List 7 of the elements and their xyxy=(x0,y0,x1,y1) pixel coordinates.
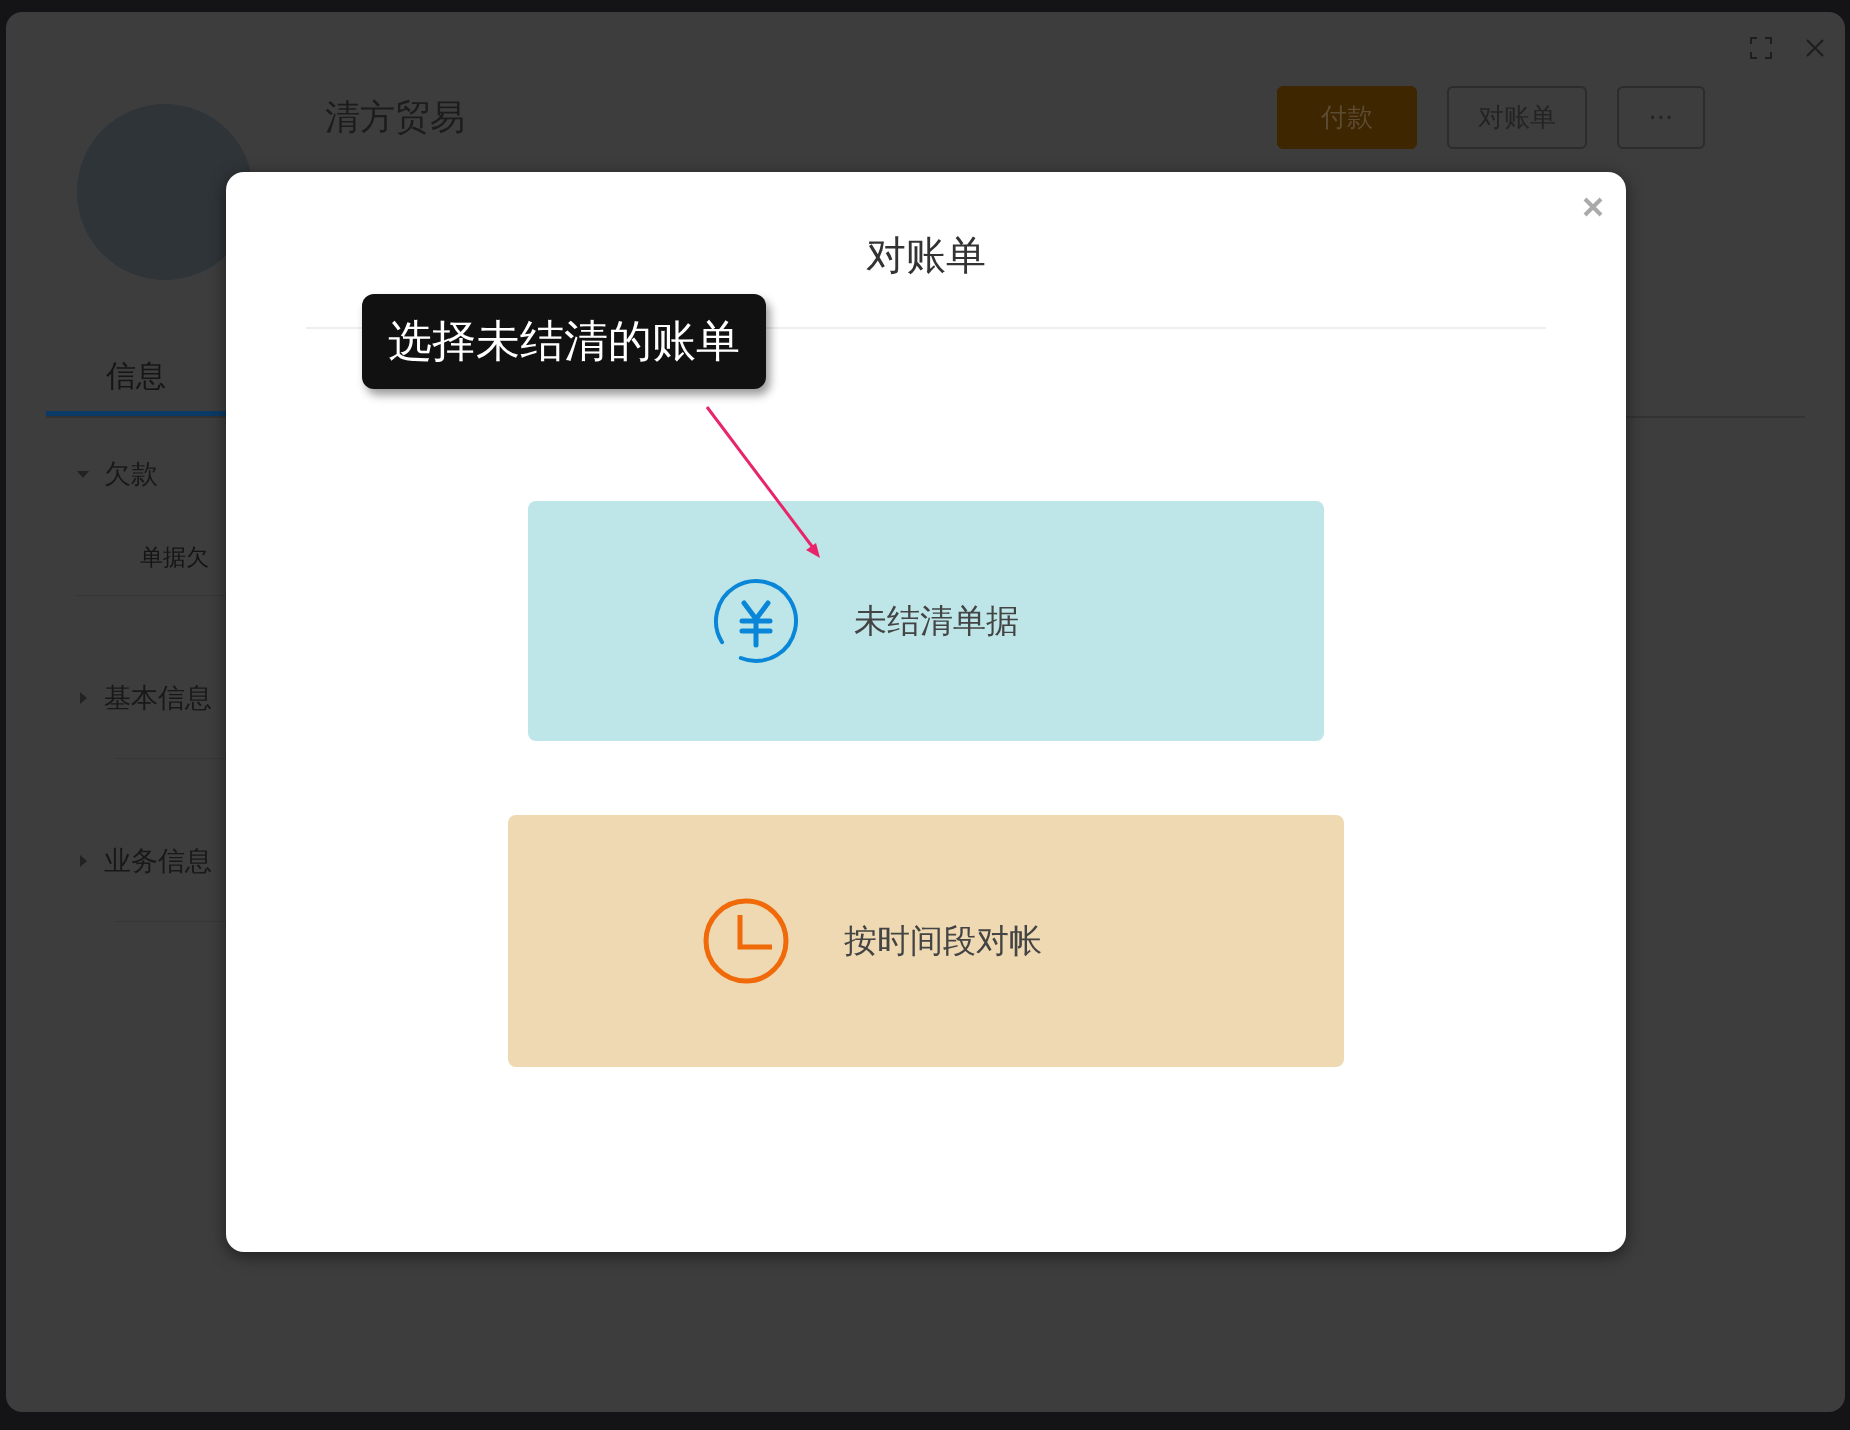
close-icon[interactable] xyxy=(1582,196,1604,218)
dialog-title: 对账单 xyxy=(866,231,986,280)
more-button[interactable]: ··· xyxy=(1617,86,1705,149)
callout-tooltip: 选择未结清的账单 xyxy=(362,294,766,389)
option-card[interactable]: 按时间段对帐 xyxy=(508,815,1344,1067)
option-card[interactable]: 未结清单据 xyxy=(528,501,1324,741)
fullscreen-icon[interactable] xyxy=(1749,36,1773,60)
